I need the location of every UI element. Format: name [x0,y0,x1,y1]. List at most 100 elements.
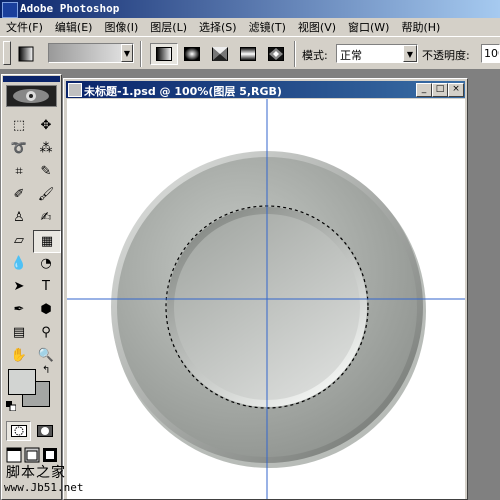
quick-mask-icon [36,425,53,437]
diamond-gradient-button[interactable] [262,43,290,65]
toolbox: ⬚ ✥ ➰ ⁂ ⌗ ✎ ✐ 🖌 ♙ ✍ ▱ ▦ 💧 ◔ ➤ T ✒ ⬢ ▤ ⚲ ✋ 🔍 ↰ [1,74,62,500]
blur-tool-icon: 💧 [10,256,28,271]
gradient-tool-icon: ▦ [40,234,54,249]
history-brush-button[interactable]: ✍ [33,207,59,228]
full-screen-menu-icon[interactable] [24,447,40,463]
custom-shape-button[interactable]: ⬢ [33,299,59,320]
standard-mode-button[interactable] [6,421,31,441]
document-window: 未标题-1.psd @ 100%(图层 5,RGB) _ □ × [63,78,468,500]
reflected-gradient-button[interactable] [234,43,262,65]
brush-tool-icon: 🖌 [37,187,55,202]
chevron-down-icon[interactable]: ▼ [403,45,417,62]
menu-window[interactable]: 窗口(W) [342,19,395,35]
linear-gradient-button[interactable] [150,43,178,65]
type-tool-icon: T [42,279,50,294]
brush-tool-button[interactable]: 🖌 [33,184,59,205]
crop-tool-button[interactable]: ⌗ [6,161,32,182]
menu-layer[interactable]: 图层(L) [144,19,193,35]
angle-gradient-button[interactable] [206,43,234,65]
clone-stamp-button[interactable]: ♙ [6,207,32,228]
angle-gradient-icon [212,47,228,61]
pen-tool-button[interactable]: ✒ [6,299,32,320]
eraser-tool-button[interactable]: ▱ [6,230,32,251]
marquee-tool-icon: ⬚ [12,118,26,133]
adobe-eye-icon [13,89,49,103]
default-colors-icon[interactable] [6,401,17,412]
reflected-gradient-icon [240,47,256,61]
gradient-tool-button[interactable]: ▦ [33,230,61,253]
chevron-down-icon[interactable]: ▼ [121,44,133,62]
move-tool-icon: ✥ [40,118,52,133]
watermark-line1: 脚本之家 [6,465,66,481]
radial-gradient-button[interactable] [178,43,206,65]
move-tool-button[interactable]: ✥ [33,115,59,136]
marquee-tool-button[interactable]: ⬚ [6,115,32,136]
path-selection-button[interactable]: ➤ [6,276,32,297]
photoshop-logo-icon [2,2,18,18]
menu-image[interactable]: 图像(I) [98,19,144,35]
menu-edit[interactable]: 编辑(E) [49,19,99,35]
watermark-url: www.Jb51.net [4,481,84,494]
document-titlebar[interactable]: 未标题-1.psd @ 100%(图层 5,RGB) _ □ × [66,81,465,98]
eyedropper-button[interactable]: ⚲ [33,322,59,343]
opacity-value: 100 [484,47,499,60]
maximize-button[interactable]: □ [432,83,448,97]
close-button[interactable]: × [448,83,464,97]
opacity-input[interactable]: 100 [481,44,500,63]
divider [140,41,142,67]
slice-tool-button[interactable]: ✎ [33,161,59,182]
zoom-tool-icon: 🔍 [37,348,55,363]
magic-wand-tool-button[interactable]: ⁂ [33,138,59,159]
healing-brush-button[interactable]: ✐ [6,184,32,205]
type-tool-button[interactable]: T [33,276,59,297]
eyedropper-icon: ⚲ [41,325,51,340]
standard-mode-icon [10,425,27,437]
pen-tool-icon: ✒ [13,302,25,317]
hand-tool-icon: ✋ [10,348,28,363]
gradient-preset-icon [18,46,34,62]
canvas[interactable] [67,99,465,499]
menu-bar: 文件(F) 编辑(E) 图像(I) 图层(L) 选择(S) 滤镜(T) 视图(V… [0,18,500,36]
menu-help[interactable]: 帮助(H) [395,19,446,35]
dodge-tool-icon: ◔ [40,256,52,271]
menu-file[interactable]: 文件(F) [0,19,49,35]
opacity-label: 不透明度: [422,49,470,62]
maximize-icon: □ [435,84,445,94]
foreground-color-swatch-front[interactable] [8,369,36,395]
swap-colors-icon[interactable]: ↰ [42,365,50,376]
full-screen-icon[interactable] [42,447,58,463]
blur-tool-button[interactable]: 💧 [6,253,32,274]
magic-wand-tool-icon: ⁂ [39,141,53,156]
zoom-tool-button[interactable]: 🔍 [33,345,59,366]
minimize-button[interactable]: _ [416,83,432,97]
close-icon: × [452,84,460,94]
menu-select[interactable]: 选择(S) [193,19,243,35]
standard-screen-icon[interactable] [6,447,22,463]
lasso-tool-icon: ➰ [10,141,28,156]
gradient-type-group [150,43,290,65]
notes-tool-button[interactable]: ▤ [6,322,32,343]
canvas-artwork [67,99,465,499]
lasso-tool-button[interactable]: ➰ [6,138,32,159]
linear-gradient-icon [156,47,172,61]
app-title: Adobe Photoshop [20,2,120,15]
adobe-online-button[interactable] [6,85,57,107]
eraser-tool-icon: ▱ [14,233,24,248]
clone-stamp-icon: ♙ [13,210,25,225]
mode-value: 正常 [340,49,362,62]
toolbox-titlebar[interactable] [3,76,60,82]
tool-preset-button[interactable] [14,43,38,65]
menu-filter[interactable]: 滤镜(T) [243,19,292,35]
options-grip[interactable] [3,41,11,65]
quick-mask-button[interactable] [32,421,57,441]
hand-tool-button[interactable]: ✋ [6,345,32,366]
menu-view[interactable]: 视图(V) [292,19,342,35]
gradient-picker[interactable]: ▼ [48,43,134,63]
dodge-tool-button[interactable]: ◔ [33,253,59,274]
crop-tool-icon: ⌗ [15,164,23,179]
minimize-icon: _ [421,84,427,94]
custom-shape-icon: ⬢ [40,302,52,317]
slice-tool-icon: ✎ [40,164,52,179]
radial-gradient-icon [184,47,200,61]
mode-select[interactable]: 正常 ▼ [336,44,418,63]
